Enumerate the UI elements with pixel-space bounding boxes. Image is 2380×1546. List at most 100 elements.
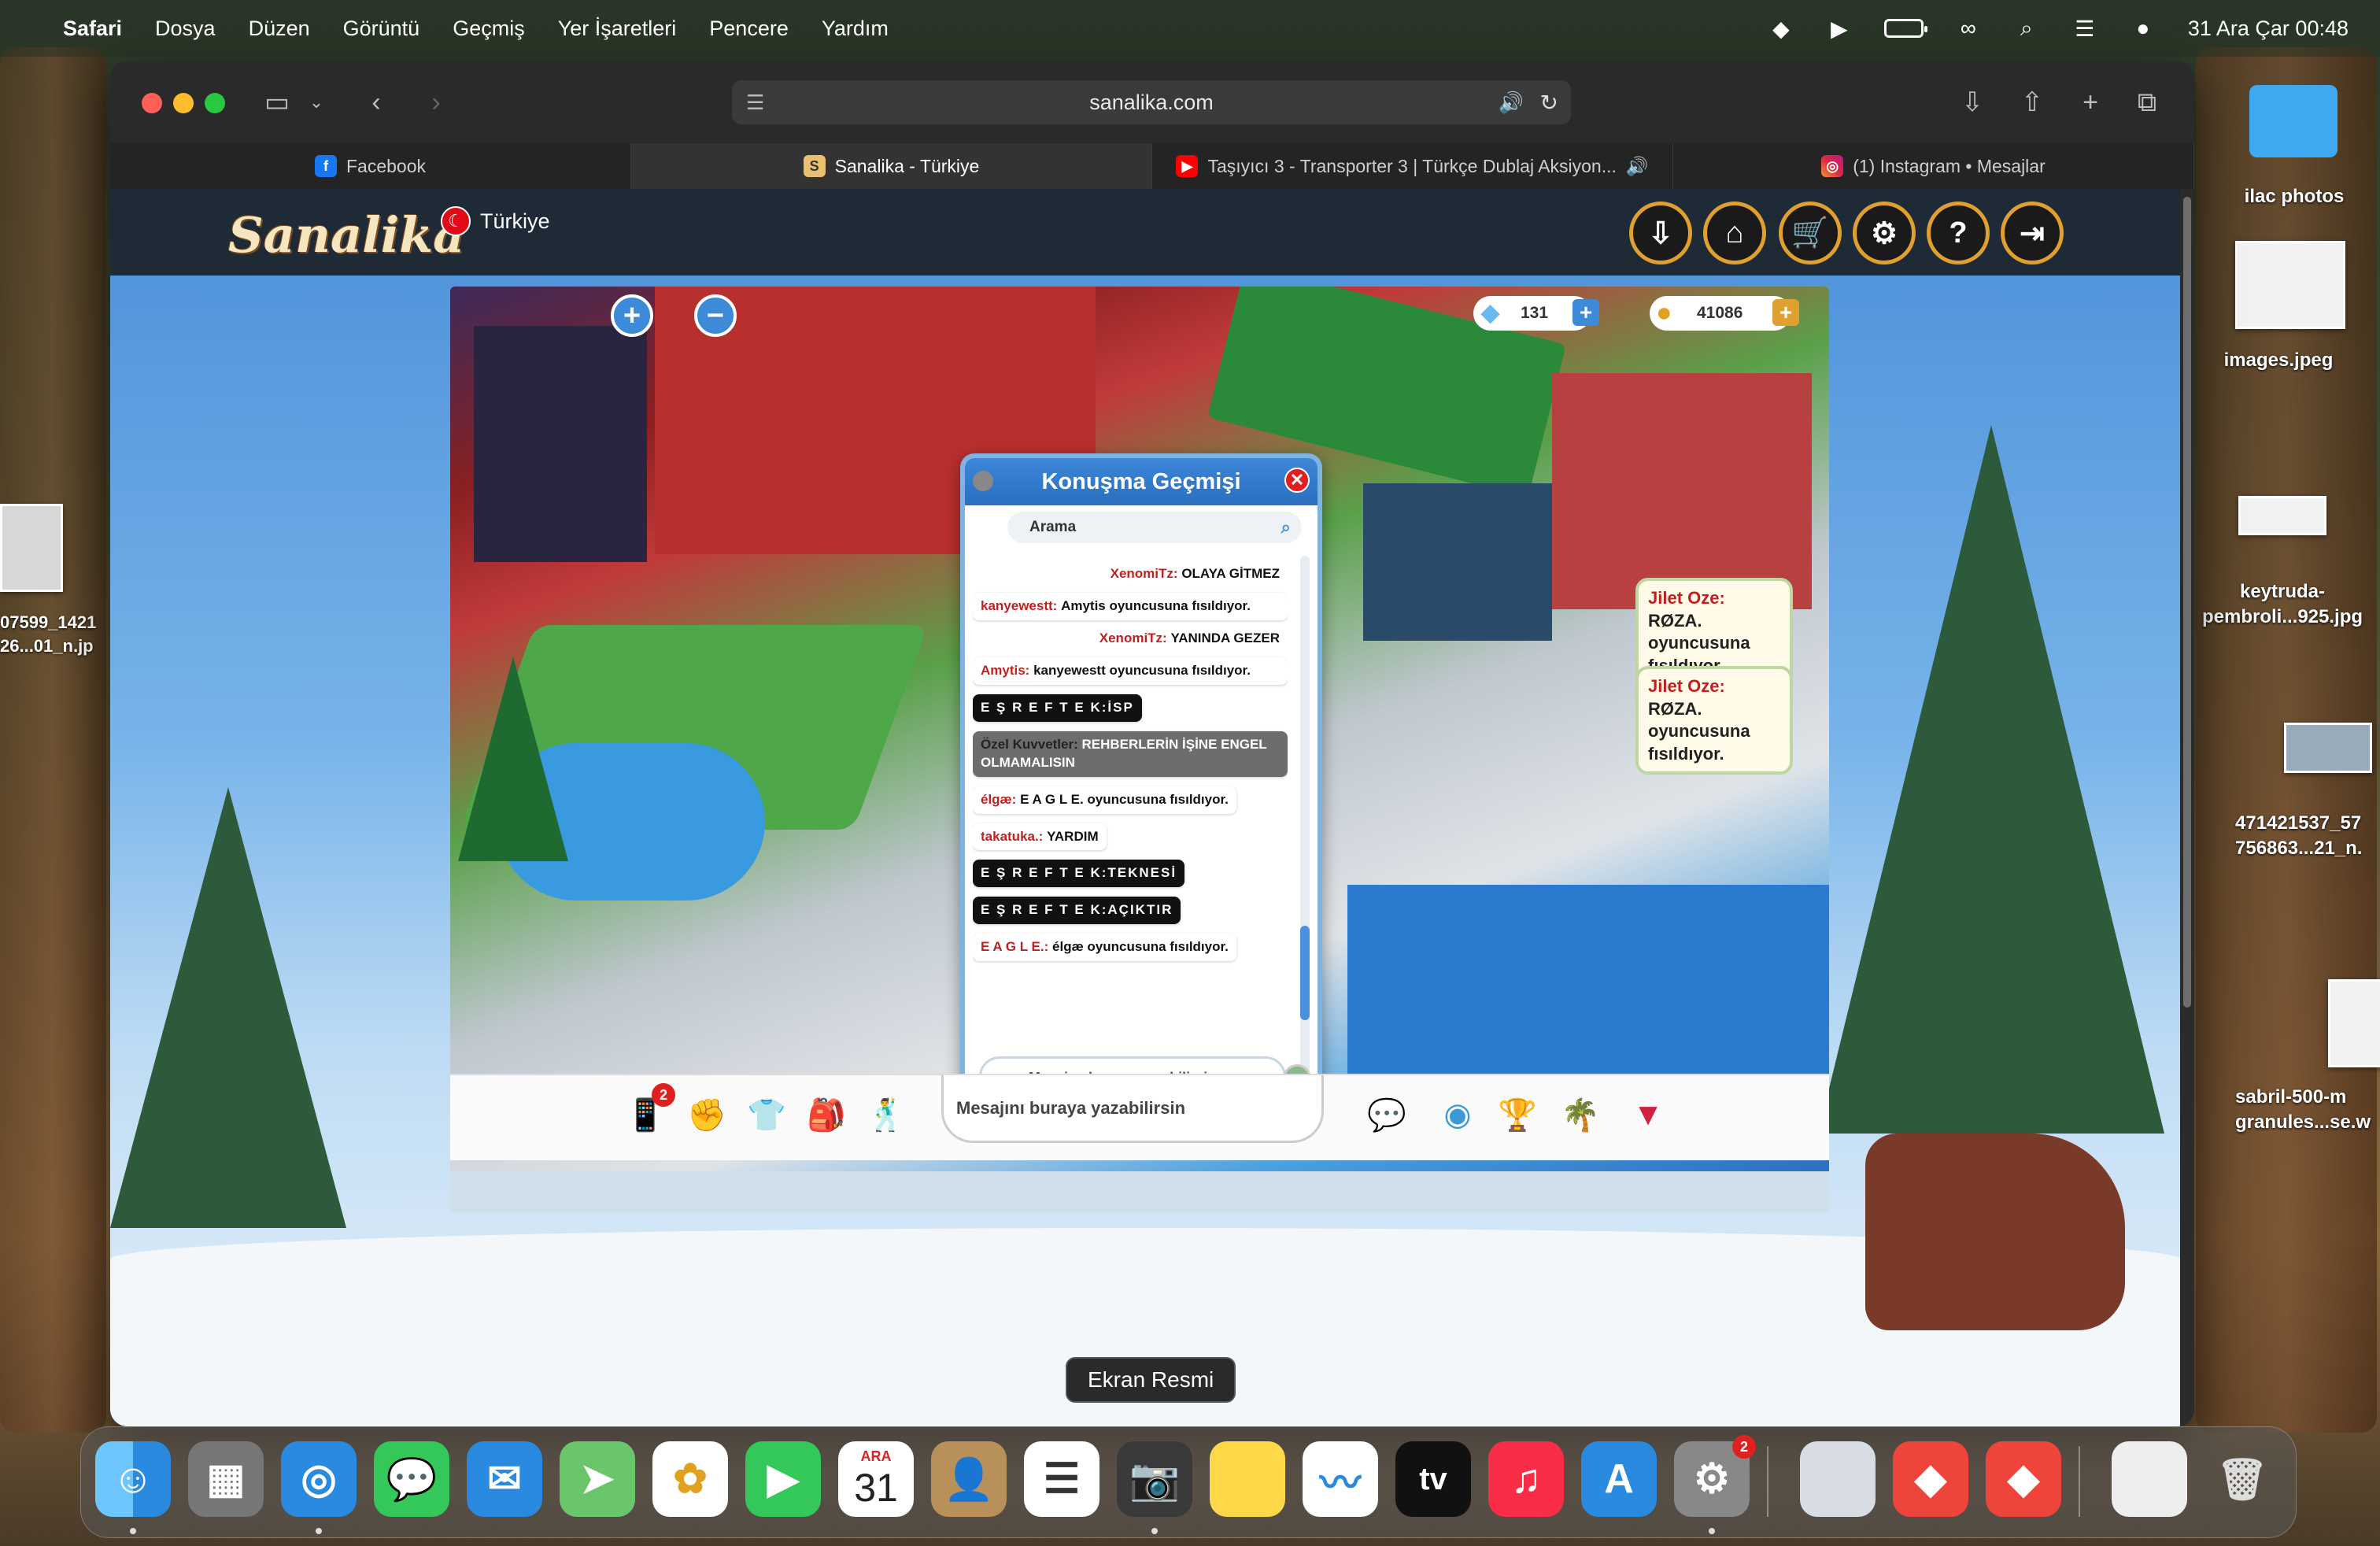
chat-history-header[interactable]: Konuşma Geçmişi ✕: [965, 458, 1318, 505]
search-icon[interactable]: ⌕: [1281, 517, 1291, 538]
notes-icon[interactable]: [1210, 1441, 1285, 1517]
desktop-file-thumbnail[interactable]: [2284, 723, 2372, 773]
app-store-icon[interactable]: A: [1581, 1441, 1657, 1517]
tab-overview-icon[interactable]: ⧉: [2130, 85, 2164, 120]
island-icon[interactable]: 🌴: [1557, 1091, 1604, 1138]
back-button[interactable]: ‹: [359, 85, 394, 120]
triangle-menu-icon[interactable]: ▼: [1624, 1091, 1672, 1138]
add-diamonds-button[interactable]: +: [1572, 299, 1599, 326]
menu-bookmarks[interactable]: Yer İşaretleri: [558, 17, 677, 41]
page-scrollbar-thumb[interactable]: [2183, 197, 2191, 1008]
safari-icon[interactable]: ◎: [281, 1441, 357, 1517]
launchpad-icon[interactable]: ▦: [188, 1441, 264, 1517]
bag-icon[interactable]: 🎒: [803, 1091, 850, 1138]
maps-icon[interactable]: ➤: [560, 1441, 635, 1517]
desktop-file-label[interactable]: 07599_1421 26...01_n.jp: [0, 611, 110, 657]
page-menu-icon[interactable]: ☰: [746, 91, 764, 115]
sanalika-logo[interactable]: Sanalika: [228, 206, 464, 264]
page-scrollbar[interactable]: [2180, 189, 2194, 1426]
shop-cart-button[interactable]: 🛒: [1779, 202, 1842, 264]
tab-youtube[interactable]: ▶ Taşıyıcı 3 - Transporter 3 | Türkçe Du…: [1152, 143, 1673, 189]
music-icon[interactable]: ♫: [1488, 1441, 1564, 1517]
chevron-down-icon[interactable]: ⌄: [299, 85, 334, 120]
messages-icon[interactable]: 💬: [374, 1441, 449, 1517]
downloads-stack-icon[interactable]: [2112, 1441, 2187, 1517]
tab-sanalika[interactable]: S Sanalika - Türkiye: [631, 143, 1152, 189]
screenshot-icon[interactable]: 📷: [1117, 1441, 1192, 1517]
trophy-icon[interactable]: 🏆: [1494, 1091, 1541, 1138]
anydesk-icon[interactable]: ◆: [1986, 1441, 2061, 1517]
desktop-folder-label[interactable]: ilac photos: [2219, 184, 2369, 209]
add-coins-button[interactable]: +: [1772, 299, 1799, 326]
trash-icon[interactable]: 🗑: [2204, 1441, 2280, 1517]
help-button[interactable]: ?: [1927, 202, 1990, 264]
tab-facebook[interactable]: f Facebook: [110, 143, 631, 189]
download-button[interactable]: ⇩: [1629, 202, 1692, 264]
apple-tv-icon[interactable]: tv: [1395, 1441, 1471, 1517]
menu-edit[interactable]: Düzen: [249, 17, 310, 41]
freeform-icon[interactable]: 〰: [1303, 1441, 1378, 1517]
desktop-file-thumbnail[interactable]: [2328, 979, 2380, 1067]
download-icon[interactable]: ⇩: [1955, 85, 1990, 120]
menu-history[interactable]: Geçmiş: [453, 17, 525, 41]
chat-scrollbar-thumb[interactable]: [1300, 926, 1310, 1020]
desktop-file-label[interactable]: images.jpeg: [2204, 348, 2353, 373]
calendar-icon[interactable]: ARA 31: [838, 1441, 914, 1517]
dropbox-icon[interactable]: ◆: [1768, 17, 1794, 41]
menu-view[interactable]: Görüntü: [343, 17, 420, 41]
finder-icon[interactable]: ☺: [95, 1441, 171, 1517]
mail-icon[interactable]: ✉: [467, 1441, 542, 1517]
country-selector[interactable]: ☾ Türkiye: [441, 206, 550, 236]
siri-icon[interactable]: ●: [2130, 16, 2156, 40]
logout-button[interactable]: ⇥: [2001, 202, 2064, 264]
outfit-icon[interactable]: 👕: [743, 1091, 790, 1138]
anydesk-icon[interactable]: ◆: [1893, 1441, 1968, 1517]
desktop-file-thumbnail[interactable]: [0, 504, 63, 592]
chat-message-list[interactable]: XenomiTz: OLAYA GİTMEZ kanyewestt: Amyti…: [973, 556, 1288, 1044]
photos-icon[interactable]: ✿: [652, 1441, 728, 1517]
folder-icon[interactable]: [2249, 85, 2338, 157]
main-chat-input[interactable]: Mesajını buraya yazabilirsin: [941, 1075, 1324, 1143]
dance-icon[interactable]: 🕺: [863, 1091, 910, 1138]
facetime-icon[interactable]: ▶: [745, 1441, 821, 1517]
home-button[interactable]: ⌂: [1703, 202, 1766, 264]
reminders-icon[interactable]: ☰: [1024, 1441, 1099, 1517]
play-icon[interactable]: ▶: [1826, 17, 1853, 41]
chat-scrollbar[interactable]: [1300, 556, 1310, 1091]
close-icon[interactable]: ✕: [1284, 468, 1310, 493]
settings-button[interactable]: ⚙: [1853, 202, 1916, 264]
zoom-out-button[interactable]: −: [694, 294, 737, 337]
menu-file[interactable]: Dosya: [155, 17, 216, 41]
zoom-window-button[interactable]: [205, 93, 225, 113]
emote-hands-icon[interactable]: ✊: [683, 1091, 730, 1138]
reload-icon[interactable]: ↻: [1540, 90, 1558, 116]
zoom-in-button[interactable]: +: [611, 294, 653, 337]
search-icon[interactable]: ⌕: [2013, 16, 2040, 40]
speaker-icon[interactable]: 🔊: [1499, 91, 1524, 115]
chat-search-field[interactable]: Arama ⌕: [1007, 512, 1302, 543]
close-window-button[interactable]: [142, 93, 162, 113]
battery-icon[interactable]: [1883, 19, 1927, 38]
drag-handle-icon[interactable]: [973, 471, 993, 491]
link-icon[interactable]: ∞: [1955, 16, 1982, 40]
new-tab-icon[interactable]: +: [2073, 85, 2108, 120]
tab-instagram[interactable]: ◎ (1) Instagram • Mesajlar: [1673, 143, 2194, 189]
control-center-icon[interactable]: ☰: [2071, 17, 2098, 41]
pet-icon[interactable]: ◉: [1434, 1091, 1481, 1138]
chat-bubbles-icon[interactable]: 💬: [1363, 1091, 1410, 1138]
speaker-icon[interactable]: 🔊: [1626, 156, 1649, 177]
desktop-file-label[interactable]: keytruda- pembroli...925.jpg: [2188, 579, 2377, 631]
desktop-file-thumbnail[interactable]: [2235, 241, 2345, 329]
menu-help[interactable]: Yardım: [822, 17, 889, 41]
sidebar-toggle-icon[interactable]: ▭: [260, 85, 294, 120]
desktop-file-label[interactable]: sabril-500-m granules...se.w: [2235, 1085, 2380, 1136]
forward-button[interactable]: ›: [419, 85, 453, 120]
contacts-icon[interactable]: 👤: [931, 1441, 1007, 1517]
url-text[interactable]: sanalika.com: [1089, 91, 1214, 115]
minimize-window-button[interactable]: [173, 93, 194, 113]
menu-clock[interactable]: 31 Ara Çar 00:48: [2188, 17, 2349, 41]
desktop-file-label[interactable]: 471421537_57 756863...21_n.: [2235, 811, 2380, 862]
menu-app-name[interactable]: Safari: [63, 17, 122, 41]
share-icon[interactable]: ⇧: [2015, 85, 2049, 120]
desktop-file-thumbnail[interactable]: [2238, 496, 2326, 535]
